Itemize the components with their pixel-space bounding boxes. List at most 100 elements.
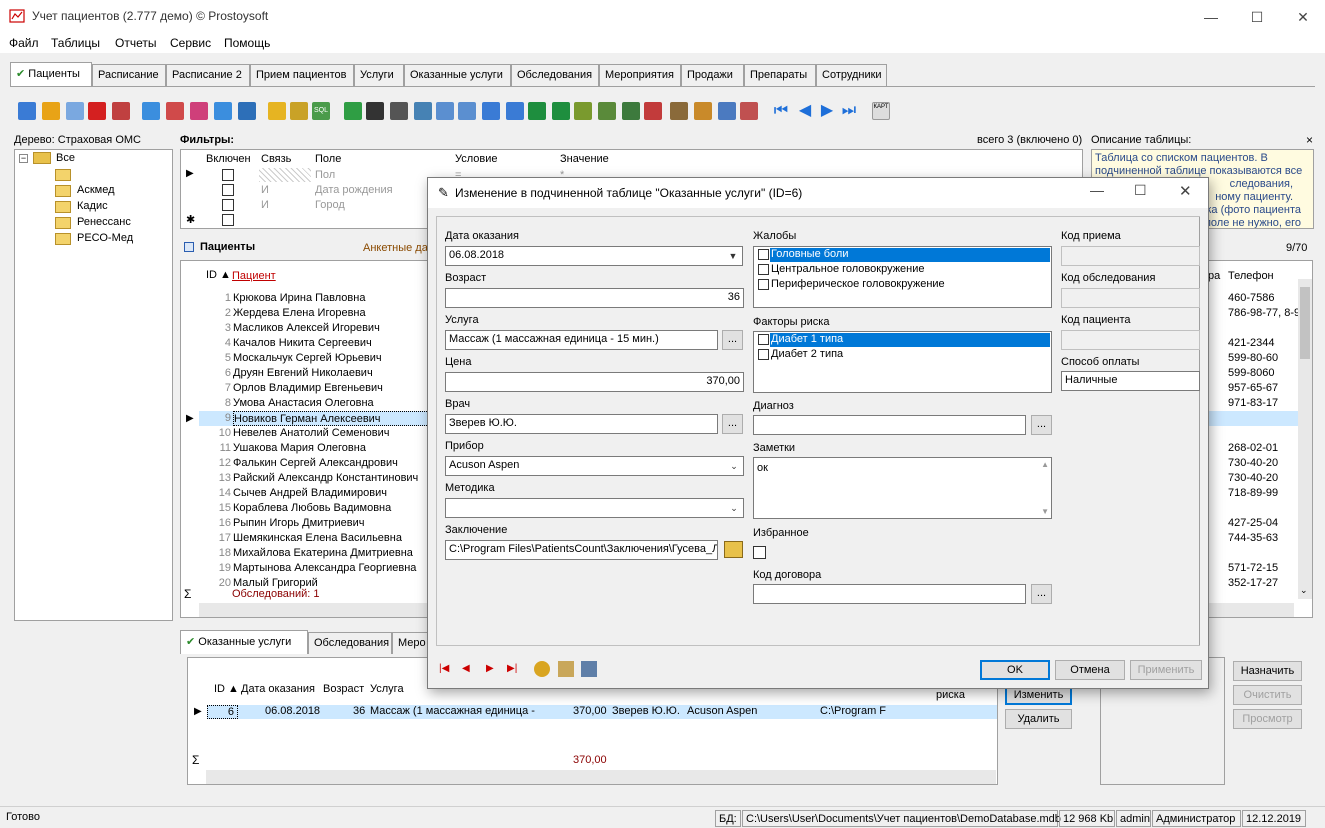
filter-remove-icon[interactable]	[190, 102, 208, 120]
conclusion-field[interactable]: C:\Program Files\PatientsCount\Заключени…	[445, 540, 718, 560]
diagnosis-browse-button[interactable]: ...	[1031, 415, 1052, 435]
filter-link[interactable]: И	[261, 199, 269, 211]
filter-link[interactable]: И	[261, 184, 269, 196]
tree-root[interactable]: Все	[56, 152, 75, 164]
filter-link[interactable]	[259, 168, 311, 182]
tab-services[interactable]: Услуги	[354, 64, 404, 86]
complaint-checkbox[interactable]	[758, 249, 769, 260]
chevron-down-icon[interactable]: ⌄	[727, 501, 741, 515]
sheet-icon[interactable]	[598, 102, 616, 120]
tab-schedule-2[interactable]: Расписание 2	[166, 64, 250, 86]
export-icon[interactable]	[436, 102, 454, 120]
tab-sales[interactable]: Продажи	[681, 64, 744, 86]
cancel-button[interactable]: Отмена	[1055, 660, 1125, 680]
favorite-checkbox[interactable]	[753, 546, 766, 559]
complaint-item[interactable]: Центральное головокружение	[771, 263, 925, 275]
device-select[interactable]: Acuson Aspen ⌄	[445, 456, 744, 476]
delete-button[interactable]: Удалить	[1005, 709, 1072, 729]
report-icon[interactable]	[506, 102, 524, 120]
tab-drugs[interactable]: Препараты	[744, 64, 816, 86]
last-record-icon[interactable]: ⏭	[840, 102, 858, 120]
method-select[interactable]: ⌄	[445, 498, 744, 518]
refresh-icon[interactable]	[344, 102, 362, 120]
open-folder-icon[interactable]	[724, 541, 743, 558]
notes-textarea[interactable]: ок ▲ ▼	[753, 457, 1052, 519]
add-record-icon[interactable]	[18, 102, 36, 120]
doctor-field[interactable]: Зверев Ю.Ю.	[445, 414, 718, 434]
tab-patients[interactable]: ✔ Пациенты	[10, 62, 92, 86]
delete-all-icon[interactable]	[112, 102, 130, 120]
print-settings-icon[interactable]	[694, 102, 712, 120]
payment-select[interactable]: Наличные	[1061, 371, 1200, 391]
collapse-icon[interactable]: −	[19, 154, 28, 163]
vertical-scrollbar[interactable]: ⌄	[1298, 279, 1312, 599]
columns-icon[interactable]	[718, 102, 736, 120]
minimize-icon[interactable]: —	[1090, 182, 1104, 198]
filter-load-icon[interactable]	[290, 102, 308, 120]
chevron-down-icon[interactable]: ⌄	[1300, 585, 1308, 596]
find-icon[interactable]	[366, 102, 384, 120]
tab-events-sub[interactable]: Меро	[392, 632, 428, 654]
price-field[interactable]: 370,00	[445, 372, 744, 392]
tree-item[interactable]: РЕСО-Мед	[77, 232, 133, 244]
chevron-down-icon[interactable]: ▼	[1041, 507, 1049, 516]
copy-icon[interactable]	[66, 102, 84, 120]
tab-schedule[interactable]: Расписание	[92, 64, 166, 86]
filter-save-icon[interactable]	[268, 102, 286, 120]
prev-record-icon[interactable]: ◀	[796, 102, 814, 120]
date-field[interactable]: 06.08.2018 ▼	[445, 246, 743, 266]
first-record-icon[interactable]: |◀	[439, 663, 449, 674]
chart-icon[interactable]	[644, 102, 662, 120]
maximize-icon[interactable]: ☐	[1234, 4, 1280, 30]
close-icon[interactable]: ✕	[1280, 4, 1325, 30]
doctor-browse-button[interactable]: ...	[722, 414, 743, 434]
contract-field[interactable]	[753, 584, 1026, 604]
minimize-icon[interactable]: —	[1188, 4, 1234, 30]
chevron-down-icon[interactable]: ▼	[726, 249, 740, 263]
tab-rendered-services-sub[interactable]: ✔ Оказанные услуги	[180, 630, 308, 654]
close-icon[interactable]: ✕	[1179, 182, 1192, 200]
col-patient[interactable]: Пациент	[232, 270, 276, 282]
complaints-list[interactable]: Головные боли Центральное головокружение…	[753, 246, 1052, 308]
tab-examinations[interactable]: Обследования	[511, 64, 599, 86]
prev-record-icon[interactable]: ◀	[462, 663, 470, 674]
filter-icon[interactable]	[142, 102, 160, 120]
delete-icon[interactable]	[88, 102, 106, 120]
tree-item[interactable]: Кадис	[77, 200, 108, 212]
complaint-item[interactable]: Периферическое головокружение	[771, 278, 945, 290]
risk-list[interactable]: Диабет 1 типа Диабет 2 типа	[753, 331, 1052, 393]
complaint-item[interactable]: Головные боли	[770, 248, 1050, 262]
spellcheck-icon[interactable]	[534, 661, 550, 677]
contract-browse-button[interactable]: ...	[1031, 584, 1052, 604]
excel-icon[interactable]	[528, 102, 546, 120]
filter-edit-icon[interactable]	[238, 102, 256, 120]
tab-reception[interactable]: Прием пациентов	[250, 64, 354, 86]
menu-tables[interactable]: Таблицы	[51, 36, 100, 50]
edit-icon[interactable]	[42, 102, 60, 120]
menu-reports[interactable]: Отчеты	[115, 36, 156, 50]
tree-item[interactable]: Ренессанс	[77, 216, 131, 228]
note-icon[interactable]	[558, 661, 574, 677]
filter-enabled-checkbox[interactable]	[222, 169, 234, 181]
assign-button[interactable]: Назначить	[1233, 661, 1302, 681]
chevron-up-icon[interactable]: ▲	[1041, 460, 1049, 469]
csv-icon[interactable]	[574, 102, 592, 120]
import-icon[interactable]	[458, 102, 476, 120]
print-icon[interactable]	[390, 102, 408, 120]
next-record-icon[interactable]: ▶	[486, 663, 494, 674]
card-icon[interactable]: КАРТ	[872, 102, 890, 120]
tab-staff[interactable]: Сотрудники	[816, 64, 887, 86]
tab-examinations-sub[interactable]: Обследования	[308, 632, 392, 654]
filter-enabled-checkbox[interactable]	[222, 214, 234, 226]
chevron-down-icon[interactable]: ⌄	[727, 459, 741, 473]
filter-clear-icon[interactable]	[166, 102, 184, 120]
horizontal-scrollbar[interactable]	[206, 770, 996, 784]
age-field[interactable]: 36	[445, 288, 744, 308]
table-row[interactable]: 6 06.08.2018 36 Массаж (1 массажная един…	[207, 705, 997, 719]
tree-item[interactable]: Аскмед	[77, 184, 115, 196]
complaint-checkbox[interactable]	[758, 279, 769, 290]
service-browse-button[interactable]: ...	[722, 330, 743, 350]
excel-export-icon[interactable]	[552, 102, 570, 120]
menu-file[interactable]: Файл	[9, 36, 39, 50]
first-record-icon[interactable]: ⏮	[772, 102, 790, 120]
